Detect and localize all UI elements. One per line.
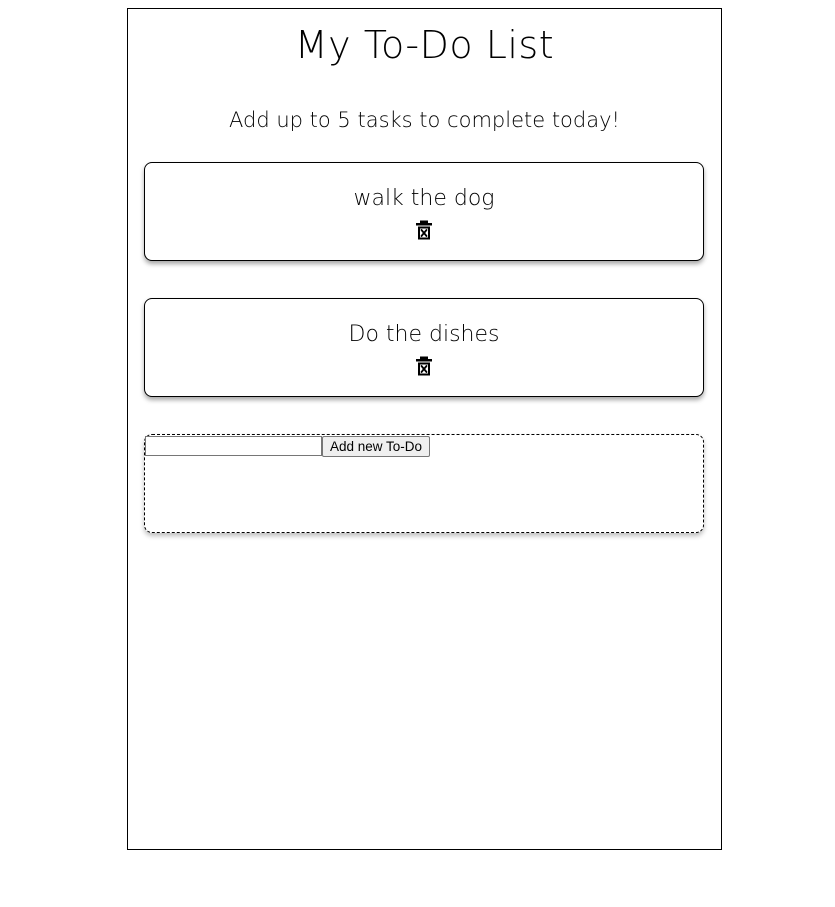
todo-item: Do the dishes [144, 298, 704, 397]
add-todo-form: Add new To-Do [144, 434, 704, 533]
todo-item-text: Do the dishes [348, 322, 500, 347]
new-todo-input[interactable] [145, 436, 322, 456]
todo-item-text: walk the dog [353, 186, 495, 211]
page-subtitle: Add up to 5 tasks to complete today! [229, 108, 620, 132]
todo-item: walk the dog [144, 162, 704, 261]
trash-x-icon [415, 356, 433, 376]
add-todo-button[interactable]: Add new To-Do [322, 436, 431, 457]
delete-todo-button[interactable] [415, 220, 433, 240]
delete-todo-button[interactable] [415, 356, 433, 376]
trash-x-icon [415, 220, 433, 240]
todo-app-container: My To-Do List Add up to 5 tasks to compl… [127, 8, 722, 850]
page-title: My To-Do List [294, 23, 555, 67]
